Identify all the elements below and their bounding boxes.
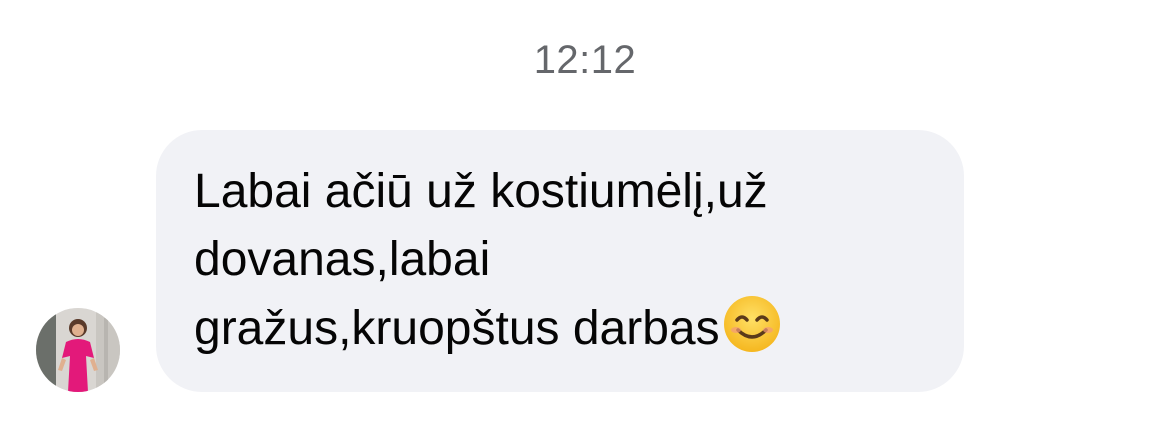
message-bubble[interactable]: Labai ačiū už kostiumėlį,už dovanas,laba… [156, 130, 964, 392]
message-body: Labai ačiū už kostiumėlį,už dovanas,laba… [194, 165, 768, 355]
smiling-face-icon [723, 296, 780, 352]
message-text: Labai ačiū už kostiumėlį,už dovanas,laba… [194, 158, 930, 363]
sender-avatar[interactable] [36, 308, 120, 392]
avatar-woman-pink-dress-icon [36, 308, 120, 392]
incoming-message-row: Labai ačiū už kostiumėlį,už dovanas,laba… [36, 130, 966, 392]
message-timestamp: 12:12 [533, 38, 637, 82]
